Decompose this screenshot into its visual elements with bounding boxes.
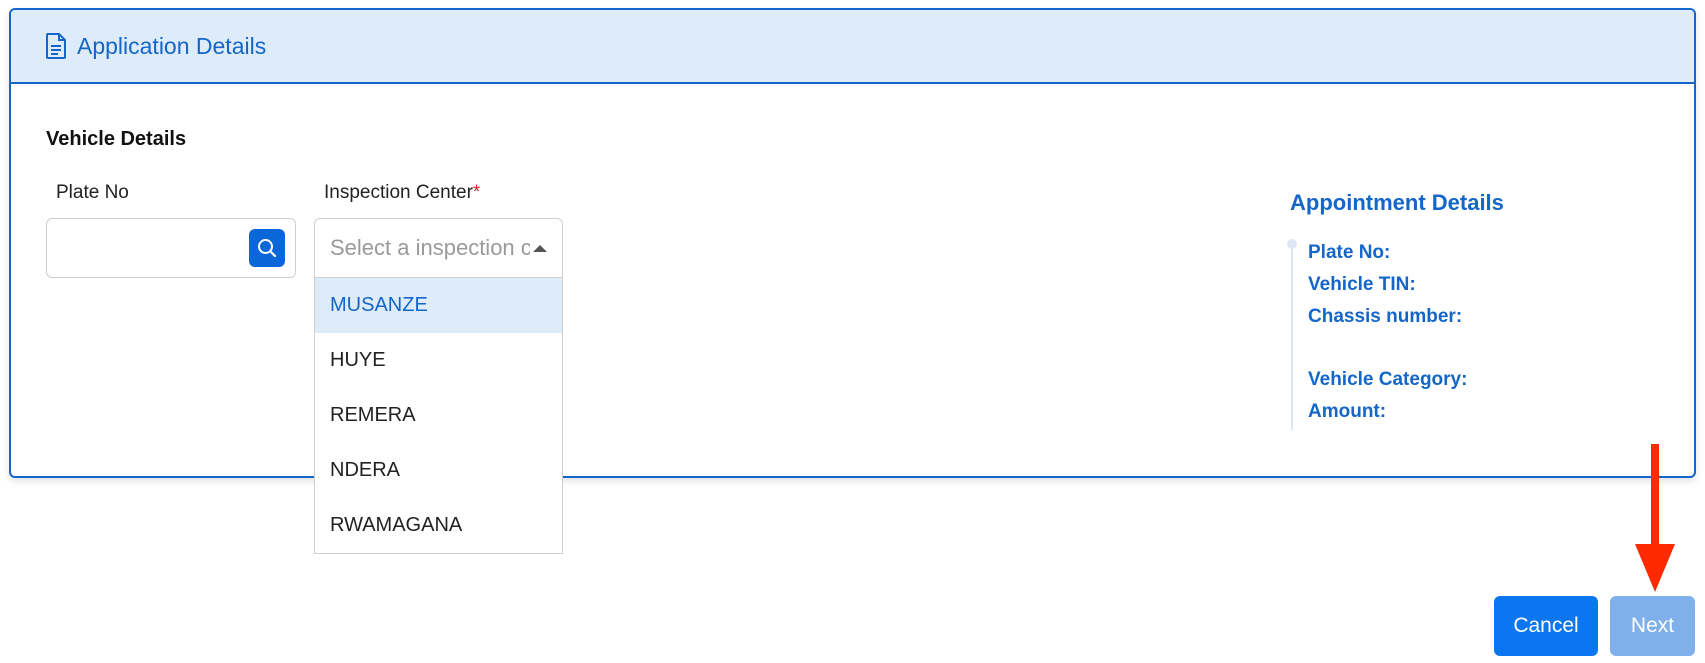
appt-amount: Amount: <box>1308 401 1387 422</box>
required-asterisk: * <box>472 182 481 203</box>
plate-no-label: Plate No <box>56 182 129 203</box>
inspection-center-label-text: Inspection Center <box>324 182 473 203</box>
timeline-line <box>1291 243 1293 430</box>
appt-vehicle-category: Vehicle Category: <box>1308 369 1468 390</box>
option-rwamagana[interactable]: RWAMAGANA <box>315 498 562 553</box>
option-remera[interactable]: REMERA <box>315 388 562 443</box>
appointment-details-heading: Appointment Details <box>1290 190 1504 215</box>
option-musanze[interactable]: MUSANZE <box>315 278 562 333</box>
document-icon <box>45 33 67 59</box>
option-huye[interactable]: HUYE <box>315 333 562 388</box>
search-icon <box>257 238 277 258</box>
appt-vehicle-tin: Vehicle TIN: <box>1308 274 1416 295</box>
inspection-center-dropdown: MUSANZE HUYE REMERA NDERA RWAMAGANA <box>314 278 563 554</box>
inspection-center-placeholder: Select a inspection center <box>330 235 530 260</box>
page-title: Application Details <box>77 32 267 59</box>
caret-up-icon <box>533 245 547 252</box>
next-button[interactable]: Next <box>1610 596 1695 656</box>
plate-search-button[interactable] <box>249 229 285 267</box>
inspection-center-select[interactable]: Select a inspection center <box>314 218 563 278</box>
vehicle-details-heading: Vehicle Details <box>46 128 187 150</box>
inspection-center-label: Inspection Center* <box>324 182 480 204</box>
plate-no-input[interactable] <box>46 218 296 278</box>
card-header: Application Details <box>11 10 1694 84</box>
annotation-arrow-icon <box>1635 444 1675 592</box>
option-ndera[interactable]: NDERA <box>315 443 562 498</box>
appt-chassis-number: Chassis number: <box>1308 306 1463 327</box>
appt-plate-no: Plate No: <box>1308 242 1391 263</box>
cancel-button[interactable]: Cancel <box>1494 596 1598 656</box>
timeline-dot <box>1287 239 1297 249</box>
